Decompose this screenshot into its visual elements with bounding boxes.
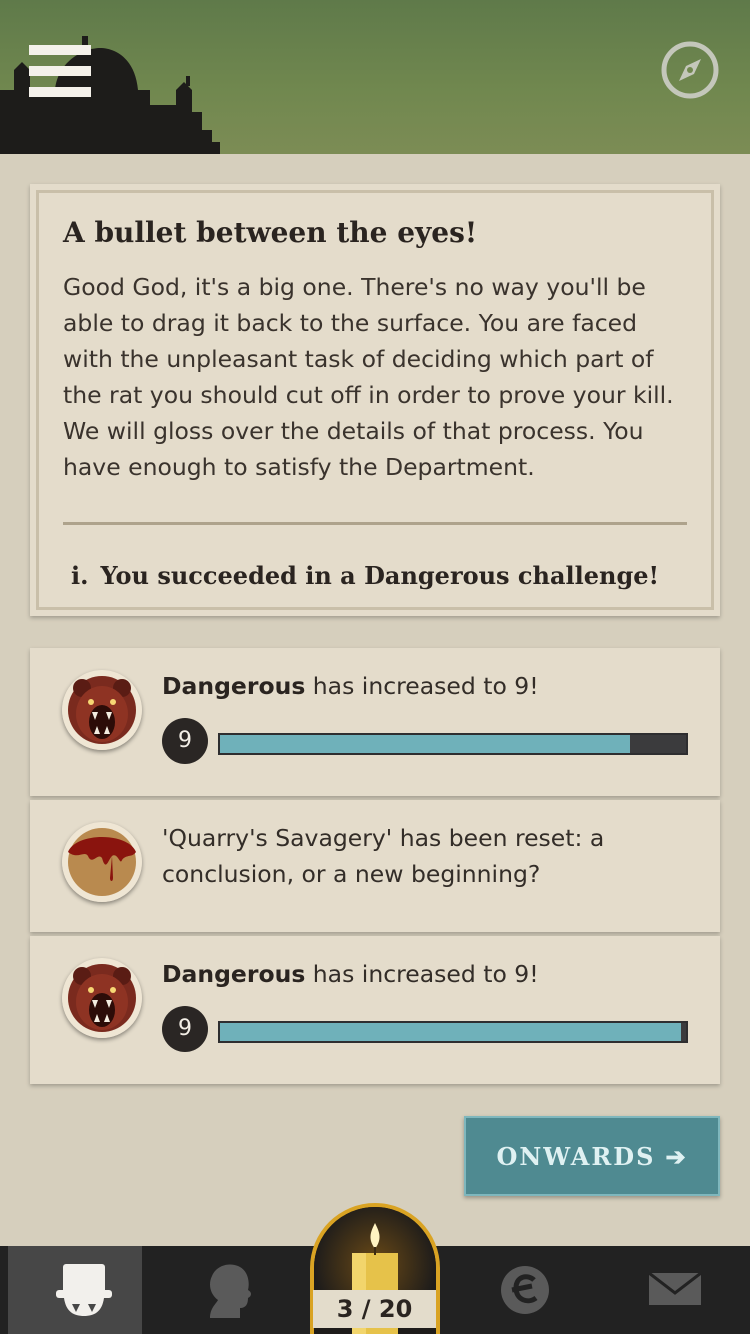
profile-silhouette-icon <box>210 1264 251 1318</box>
nav-tab-messages[interactable] <box>608 1246 742 1334</box>
top-hat-icon <box>56 1264 112 1316</box>
actions-counter: 3 / 20 <box>313 1290 436 1328</box>
onwards-button[interactable]: ONWARDS ➔ <box>464 1116 720 1196</box>
divider <box>63 522 687 525</box>
level-badge: 9 <box>162 718 208 764</box>
progress-bar <box>218 733 688 755</box>
level-badge: 9 <box>162 1006 208 1052</box>
story-title: A bullet between the eyes! <box>63 216 478 249</box>
nav-tab-story[interactable] <box>8 1246 142 1334</box>
story-body: Good God, it's a big one. There's no way… <box>63 273 674 481</box>
nav-tab-fate[interactable] <box>458 1246 592 1334</box>
echo-currency-icon <box>501 1266 549 1314</box>
envelope-icon <box>648 1271 702 1305</box>
quality-change-text: 'Quarry's Savagery' has been reset: a co… <box>162 824 605 888</box>
quality-change-message: has increased to 9! <box>305 672 539 700</box>
header-bar <box>0 0 750 154</box>
quality-change-message: has increased to 9! <box>305 960 539 988</box>
result-number: i. <box>71 561 89 590</box>
onwards-label: ONWARDS <box>496 1141 656 1171</box>
progress-fill <box>220 1023 682 1041</box>
progress-bar <box>218 1021 688 1043</box>
quality-change-card: Dangerous has increased to 9! 9 <box>30 648 720 796</box>
arrow-right-icon: ➔ <box>665 1141 688 1171</box>
bear-icon <box>62 670 142 750</box>
bear-icon <box>62 958 142 1038</box>
challenge-result: i. You succeeded in a Dangerous challenge… <box>63 561 687 590</box>
compass-icon[interactable] <box>659 39 721 101</box>
quality-name: Dangerous <box>162 672 306 700</box>
quality-change-card: Dangerous has increased to 9! 9 <box>30 936 720 1084</box>
quality-change-card: 'Quarry's Savagery' has been reset: a co… <box>30 800 720 932</box>
progress-fill <box>220 735 631 753</box>
result-text: You succeeded in a Dangerous challenge! <box>100 561 660 590</box>
quality-change-text: Dangerous has increased to 9! <box>162 956 692 992</box>
story-result-card: A bullet between the eyes! Good God, it'… <box>30 184 720 616</box>
hamburger-menu-icon[interactable] <box>29 45 91 97</box>
quality-change-text: Dangerous has increased to 9! <box>162 668 692 704</box>
nav-tab-profile[interactable] <box>158 1246 292 1334</box>
quality-name: Dangerous <box>162 960 306 988</box>
story-inner-frame: A bullet between the eyes! Good God, it'… <box>36 190 714 610</box>
blood-stain-icon <box>62 822 142 902</box>
